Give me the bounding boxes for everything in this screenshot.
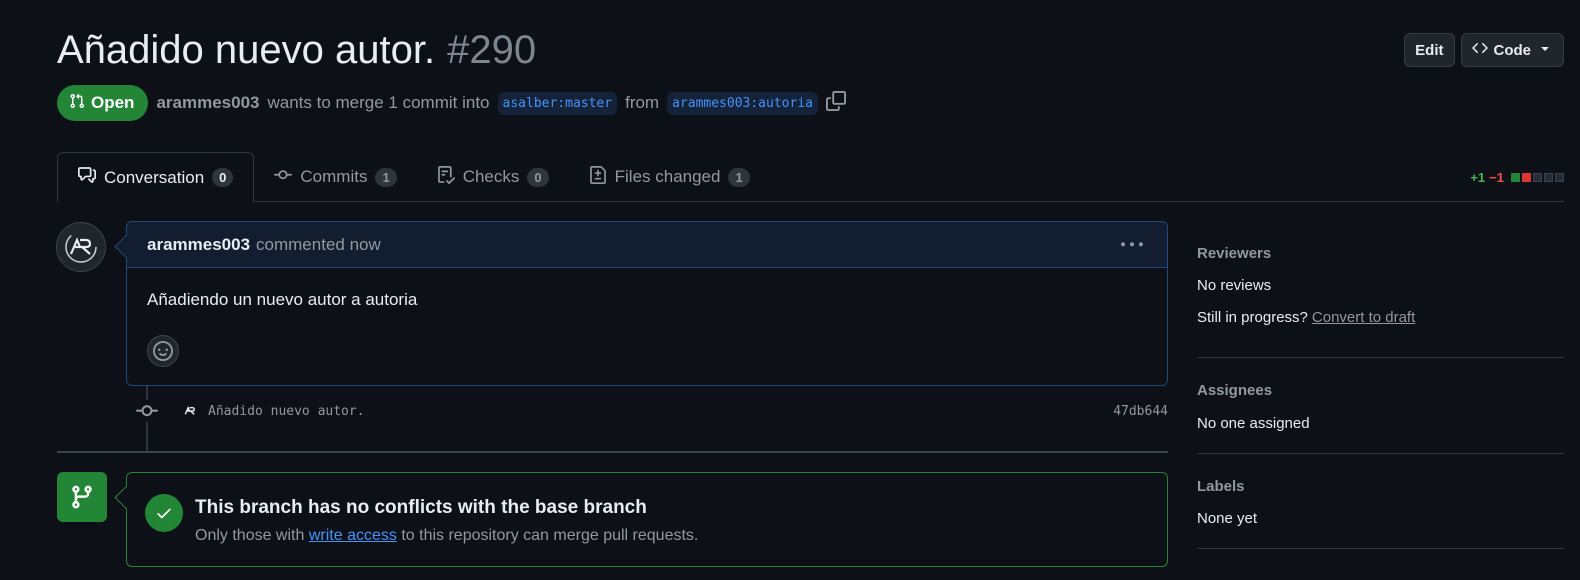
head-branch[interactable]: arammes003:autoria xyxy=(667,91,818,115)
merge-status-box: This branch has no conflicts with the ba… xyxy=(126,472,1168,567)
state-badge: Open xyxy=(57,85,149,121)
commit-sha[interactable]: 47db644 xyxy=(1113,404,1168,419)
git-commit-icon xyxy=(274,166,293,189)
kebab-horizontal-icon[interactable] xyxy=(1121,234,1143,261)
comment-author[interactable]: arammes003 xyxy=(147,235,250,255)
tab-checks[interactable]: Checks 0 xyxy=(417,152,569,202)
git-merge-icon xyxy=(57,472,107,522)
code-button-label: Code xyxy=(1493,41,1532,59)
git-commit-icon xyxy=(136,400,158,422)
comment-header: arammes003 commented now xyxy=(127,222,1167,268)
tab-counter: 1 xyxy=(375,167,397,187)
edit-button[interactable]: Edit xyxy=(1404,33,1455,67)
labels-value: None yet xyxy=(1197,510,1258,527)
code-icon xyxy=(1471,40,1488,60)
tab-files-changed[interactable]: Files changed 1 xyxy=(569,152,770,202)
ar-logo-icon xyxy=(65,231,97,263)
diffstat-deletions: −1 xyxy=(1489,170,1504,185)
header-actions: Edit Code xyxy=(1404,33,1564,67)
ar-logo-icon xyxy=(184,405,195,415)
smiley-icon[interactable] xyxy=(147,335,179,367)
pr-tabs: Conversation 0 Commits 1 Checks 0 Files … xyxy=(57,152,1564,203)
merge-text: wants to merge 1 commit into xyxy=(267,93,490,112)
diffstat-block-neutral xyxy=(1555,173,1564,182)
pr-title-row: Añadido nuevo autor. #290 xyxy=(57,28,536,73)
file-diff-icon xyxy=(589,165,607,189)
tab-counter: 0 xyxy=(212,168,234,187)
tab-counter: 1 xyxy=(728,167,750,187)
tab-label: Commits xyxy=(300,167,368,186)
timeline-divider xyxy=(57,451,1168,453)
sidebar-assignees: Assignees No one assigned xyxy=(1197,358,1564,454)
tab-conversation[interactable]: Conversation 0 xyxy=(57,152,255,203)
sidebar-labels: Labels None yet xyxy=(1197,454,1564,549)
labels-heading[interactable]: Labels xyxy=(1197,478,1564,495)
comment-body: Añadiendo un nuevo autor a autoria xyxy=(147,290,418,309)
base-branch[interactable]: asalber:master xyxy=(497,91,618,115)
diffstat-block-added xyxy=(1511,173,1520,182)
write-access-link[interactable]: write access xyxy=(309,527,397,544)
triangle-down-icon xyxy=(1537,40,1553,60)
merge-sub-text: to this repository can merge pull reques… xyxy=(401,527,699,544)
tab-label: Conversation xyxy=(104,167,205,187)
diffstat: +1 −1 xyxy=(1470,170,1564,185)
merge-status-title: This branch has no conflicts with the ba… xyxy=(195,497,647,518)
from-text: from xyxy=(625,93,660,112)
tab-label: Files changed xyxy=(614,167,721,186)
pr-number: #290 xyxy=(447,28,537,72)
commit-row: Añadido nuevo autor. 47db644 xyxy=(136,400,1168,422)
still-in-progress-text: Still in progress? xyxy=(1197,309,1308,326)
convert-to-draft-link[interactable]: Convert to draft xyxy=(1312,309,1415,326)
avatar[interactable] xyxy=(56,222,106,272)
diffstat-block-neutral xyxy=(1544,173,1553,182)
pr-meta: Open arammes003 wants to merge 1 commit … xyxy=(57,85,846,121)
check-icon xyxy=(145,494,183,532)
commit-author-avatar[interactable] xyxy=(180,401,200,421)
copy-icon[interactable] xyxy=(825,90,846,116)
diffstat-additions: +1 xyxy=(1470,170,1486,185)
merge-sub-text: Only those with xyxy=(195,527,305,544)
edit-button-label: Edit xyxy=(1415,41,1444,59)
tab-label: Checks xyxy=(462,167,520,186)
sidebar: Reviewers No reviews Still in progress? C… xyxy=(1197,222,1564,549)
reviewers-value: No reviews xyxy=(1197,277,1272,294)
state-label: Open xyxy=(91,93,135,112)
diffstat-block-neutral xyxy=(1533,173,1542,182)
checklist-icon xyxy=(437,165,455,189)
sidebar-reviewers: Reviewers No reviews Still in progress? C… xyxy=(1197,222,1564,358)
assignees-value: No one assigned xyxy=(1197,415,1310,432)
git-pull-request-icon xyxy=(69,93,85,114)
reviewers-heading[interactable]: Reviewers xyxy=(1197,245,1564,262)
commit-message[interactable]: Añadido nuevo autor. xyxy=(208,404,365,419)
code-button[interactable]: Code xyxy=(1460,33,1564,67)
diffstat-block-deleted xyxy=(1522,173,1531,182)
comment-discussion-icon xyxy=(78,166,96,189)
diffstat-blocks xyxy=(1511,173,1564,182)
merge-status-subtitle: Only those with write access to this rep… xyxy=(195,527,698,545)
pr-author-link[interactable]: arammes003 xyxy=(156,93,259,113)
pr-title: Añadido nuevo autor. xyxy=(57,28,436,72)
tab-counter: 0 xyxy=(527,167,549,187)
comment-time[interactable]: commented now xyxy=(256,235,381,255)
draft-row: Still in progress? Convert to draft xyxy=(1197,309,1564,326)
tab-commits[interactable]: Commits 1 xyxy=(254,152,416,202)
assignees-heading[interactable]: Assignees xyxy=(1197,382,1564,399)
comment-box: arammes003 commented now Añadiendo un nu… xyxy=(126,221,1168,386)
